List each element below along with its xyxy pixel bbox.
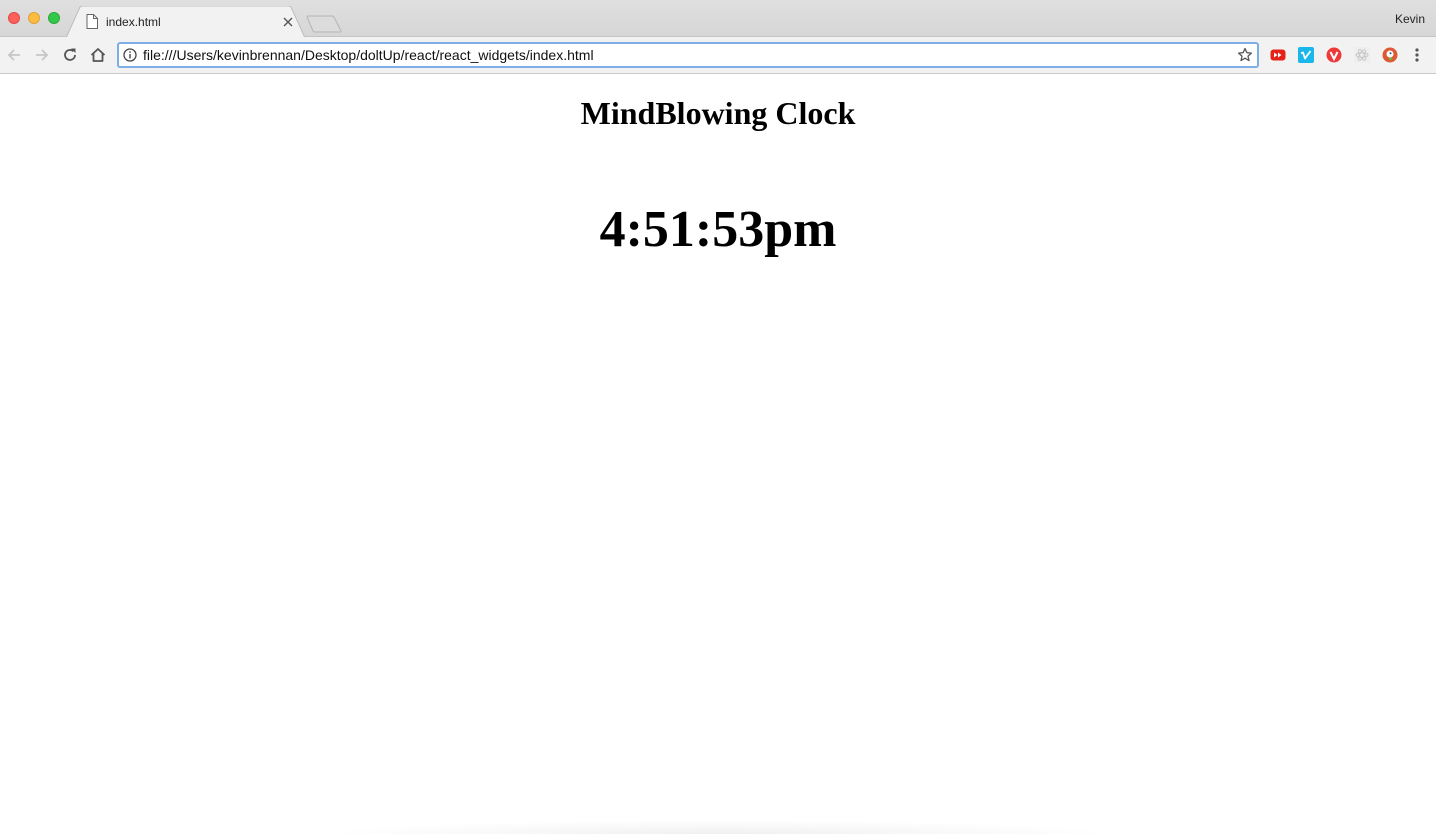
- file-icon: [86, 14, 98, 29]
- profile-name[interactable]: Kevin: [1395, 12, 1425, 26]
- home-icon[interactable]: [89, 46, 107, 64]
- close-tab-icon[interactable]: [281, 15, 295, 29]
- address-bar-url[interactable]: file:///Users/kevinbrennan/Desktop/doltU…: [143, 47, 594, 63]
- back-arrow-icon[interactable]: [5, 46, 23, 64]
- tab-title: index.html: [106, 15, 161, 29]
- minimize-window-button[interactable]: [28, 12, 40, 24]
- more-menu-icon[interactable]: [1412, 47, 1422, 63]
- forward-arrow-icon[interactable]: [33, 46, 51, 64]
- browser-title-bar: index.html Kevin: [0, 0, 1436, 38]
- tab-index-html[interactable]: index.html: [66, 6, 306, 38]
- tab-shape: [66, 6, 306, 38]
- page-content: MindBlowing Clock 4:51:53pm: [0, 74, 1436, 834]
- vivaldi-shield-icon[interactable]: [1326, 47, 1342, 63]
- close-window-button[interactable]: [8, 12, 20, 24]
- address-bar[interactable]: file:///Users/kevinbrennan/Desktop/doltU…: [117, 42, 1259, 68]
- reload-icon[interactable]: [61, 46, 79, 64]
- browser-toolbar: file:///Users/kevinbrennan/Desktop/doltU…: [0, 37, 1436, 74]
- clock-time: 4:51:53pm: [599, 201, 837, 258]
- fullscreen-window-button[interactable]: [48, 12, 60, 24]
- new-tab-button[interactable]: [306, 15, 342, 33]
- bookmark-star-icon[interactable]: [1237, 47, 1253, 63]
- bottom-shadow: [320, 820, 1120, 834]
- react-devtools-icon[interactable]: [1354, 47, 1370, 63]
- page-title: MindBlowing Clock: [580, 95, 856, 131]
- youtube-icon[interactable]: [1270, 47, 1286, 63]
- duckduckgo-icon[interactable]: [1382, 47, 1398, 63]
- info-icon[interactable]: [123, 48, 137, 62]
- vimeo-icon[interactable]: [1298, 47, 1314, 63]
